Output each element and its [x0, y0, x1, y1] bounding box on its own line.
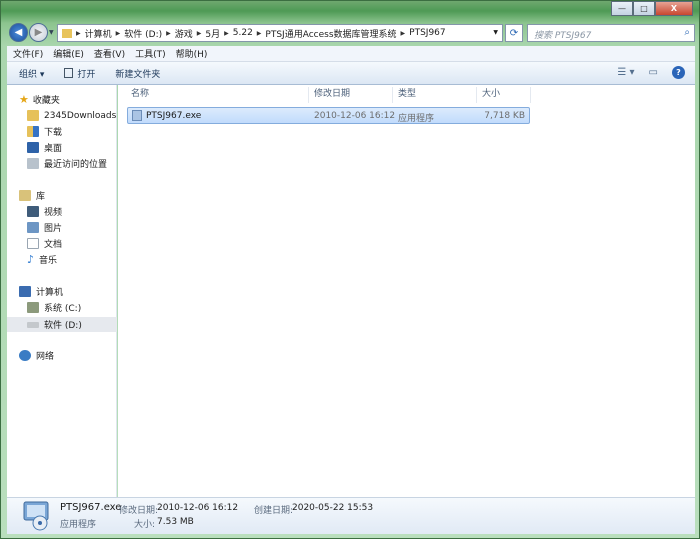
detail-type: 应用程序 [60, 520, 97, 530]
file-row[interactable]: PTSJ967.exe 2010-12-06 16:12 应用程序 7,718 … [127, 107, 530, 124]
menu-tools[interactable]: 工具(T) [135, 47, 166, 60]
open-label: 打开 [77, 69, 96, 80]
desktop-icon [27, 142, 39, 153]
folder-icon [62, 28, 72, 38]
detail-size: 7.53 MB [157, 517, 194, 527]
file-size: 7,718 KB [484, 111, 525, 121]
label: 音乐 [39, 256, 58, 266]
chevron-right-icon: ▶ [166, 29, 171, 37]
label: 计算机 [36, 288, 64, 298]
label: 2345Downloads [44, 110, 117, 121]
file-list: 名称 修改日期 类型 大小 PTSJ967.exe 2010-12-06 16:… [118, 85, 695, 497]
sidebar-item-network[interactable]: 网络 [19, 348, 129, 363]
pictures-icon [27, 222, 39, 233]
search-placeholder: 搜索 PTSJ967 [534, 31, 592, 41]
detail-name: PTSJ967.exe [60, 502, 122, 513]
label: 库 [36, 192, 46, 202]
chevron-right-icon: ▶ [224, 29, 229, 37]
chevron-right-icon: ▶ [76, 29, 81, 37]
address-bar[interactable]: ▶ 计算机 ▶ 软件 (D:) ▶ 游戏 ▶ 5月 ▶ 5.22 ▶ PTSJ通用Acce… [57, 24, 503, 42]
breadcrumb-drive-d[interactable]: 软件 (D:) [124, 27, 162, 40]
search-input[interactable]: 搜索 PTSJ967 ⌕ [527, 24, 695, 42]
label: 下载 [44, 128, 63, 138]
system-drive-icon [27, 302, 39, 313]
sidebar-item-libraries[interactable]: 库 [19, 188, 129, 203]
label: 图片 [44, 224, 63, 234]
back-button[interactable]: ◀ [9, 23, 28, 42]
menu-help[interactable]: 帮助(H) [176, 47, 208, 60]
star-icon: ★ [19, 93, 29, 106]
breadcrumb-computer[interactable]: 计算机 [85, 27, 112, 40]
menu-file[interactable]: 文件(F) [13, 47, 43, 60]
column-header-name[interactable]: 名称 [126, 87, 309, 103]
sidebar-item-favorites[interactable]: ★ 收藏夹 [19, 92, 129, 107]
chevron-right-icon: ▶ [115, 29, 121, 37]
forward-button[interactable]: ▶ [29, 23, 48, 42]
recent-places-icon [27, 158, 39, 169]
label: 视频 [44, 208, 63, 218]
libraries-icon [19, 190, 31, 201]
refresh-button[interactable]: ⟳ [505, 24, 523, 42]
downloads-folder-icon [27, 126, 39, 137]
file-type: 应用程序 [398, 114, 435, 124]
help-icon[interactable]: ? [672, 66, 685, 79]
menu-bar: 文件(F) 编辑(E) 查看(V) 工具(T) 帮助(H) [7, 46, 695, 62]
open-icon [64, 68, 74, 78]
minimize-button[interactable]: — [611, 1, 633, 16]
sidebar-item-computer[interactable]: 计算机 [19, 284, 129, 299]
recent-pages-dropdown[interactable]: ▼ [49, 29, 54, 36]
computer-icon [19, 286, 31, 297]
new-folder-button[interactable]: 新建文件夹 [115, 67, 160, 80]
label: 文档 [44, 240, 63, 250]
address-dropdown-icon[interactable]: ▼ [493, 29, 498, 36]
chevron-right-icon: ▶ [400, 29, 406, 37]
folder-icon [27, 110, 39, 121]
explorer-window: — □ X ◀ ▶ ▼ ▶ 计算机 ▶ 软件 (D:) ▶ 游戏 ▶ 5月 ▶ 5.22… [0, 0, 700, 539]
organize-button[interactable]: 组织 ▾ [19, 67, 44, 80]
menu-edit[interactable]: 编辑(E) [53, 47, 84, 60]
detail-modified-label: 修改日期: [119, 506, 159, 516]
breadcrumb-ptsj-system[interactable]: PTSJ通用Access数据库管理系统 [265, 27, 396, 40]
drive-icon [27, 321, 39, 328]
column-header-modified[interactable]: 修改日期 [309, 87, 393, 103]
menu-view[interactable]: 查看(V) [94, 47, 125, 60]
close-button[interactable]: X [655, 1, 693, 16]
detail-size-label: 大小: [134, 520, 156, 530]
column-header-type[interactable]: 类型 [393, 87, 477, 103]
chevron-right-icon: ▶ [196, 29, 202, 37]
search-icon[interactable]: ⌕ [684, 27, 690, 38]
preview-pane-icon[interactable]: ▭ [649, 67, 658, 78]
detail-created-label: 创建日期: [254, 506, 294, 516]
file-name: PTSJ967.exe [146, 111, 202, 121]
label: 收藏夹 [32, 96, 60, 106]
label: 系统 (C:) [44, 304, 82, 314]
exe-file-icon [132, 110, 142, 121]
documents-icon [27, 238, 39, 249]
breadcrumb-games[interactable]: 游戏 [175, 27, 193, 40]
chevron-right-icon: ▶ [256, 29, 262, 37]
column-header-size[interactable]: 大小 [477, 87, 531, 103]
music-icon: ♪ [27, 253, 35, 266]
sidebar-item-drive-d[interactable]: 软件 (D:) [7, 317, 117, 332]
breadcrumb-5-22[interactable]: 5.22 [233, 28, 253, 38]
open-button[interactable]: 打开 [64, 67, 95, 80]
maximize-button[interactable]: □ [633, 1, 655, 16]
label: 最近访问的位置 [44, 160, 108, 170]
file-modified: 2010-12-06 16:12 [314, 111, 396, 121]
breadcrumb-may[interactable]: 5月 [205, 27, 220, 40]
videos-icon [27, 206, 39, 217]
breadcrumb-ptsj967[interactable]: PTSJ967 [409, 28, 445, 38]
label: 桌面 [44, 144, 63, 154]
details-pane: PTSJ967.exe 修改日期: 2010-12-06 16:12 创建日期:… [7, 497, 695, 534]
command-bar: 组织 ▾ 打开 新建文件夹 ☰ ▾ ▭ ? [7, 62, 695, 85]
application-icon [23, 501, 49, 531]
navigation-pane: ★ 收藏夹 2345Downloads 下载 桌面 最近访问的位置 库 视频 图片… [7, 85, 117, 497]
detail-created: 2020-05-22 15:53 [292, 503, 374, 513]
label: 网络 [36, 352, 55, 362]
view-options-icon[interactable]: ☰ ▾ [617, 67, 634, 78]
label: 软件 (D:) [44, 321, 82, 331]
detail-modified: 2010-12-06 16:12 [157, 503, 239, 513]
network-icon [19, 350, 31, 361]
